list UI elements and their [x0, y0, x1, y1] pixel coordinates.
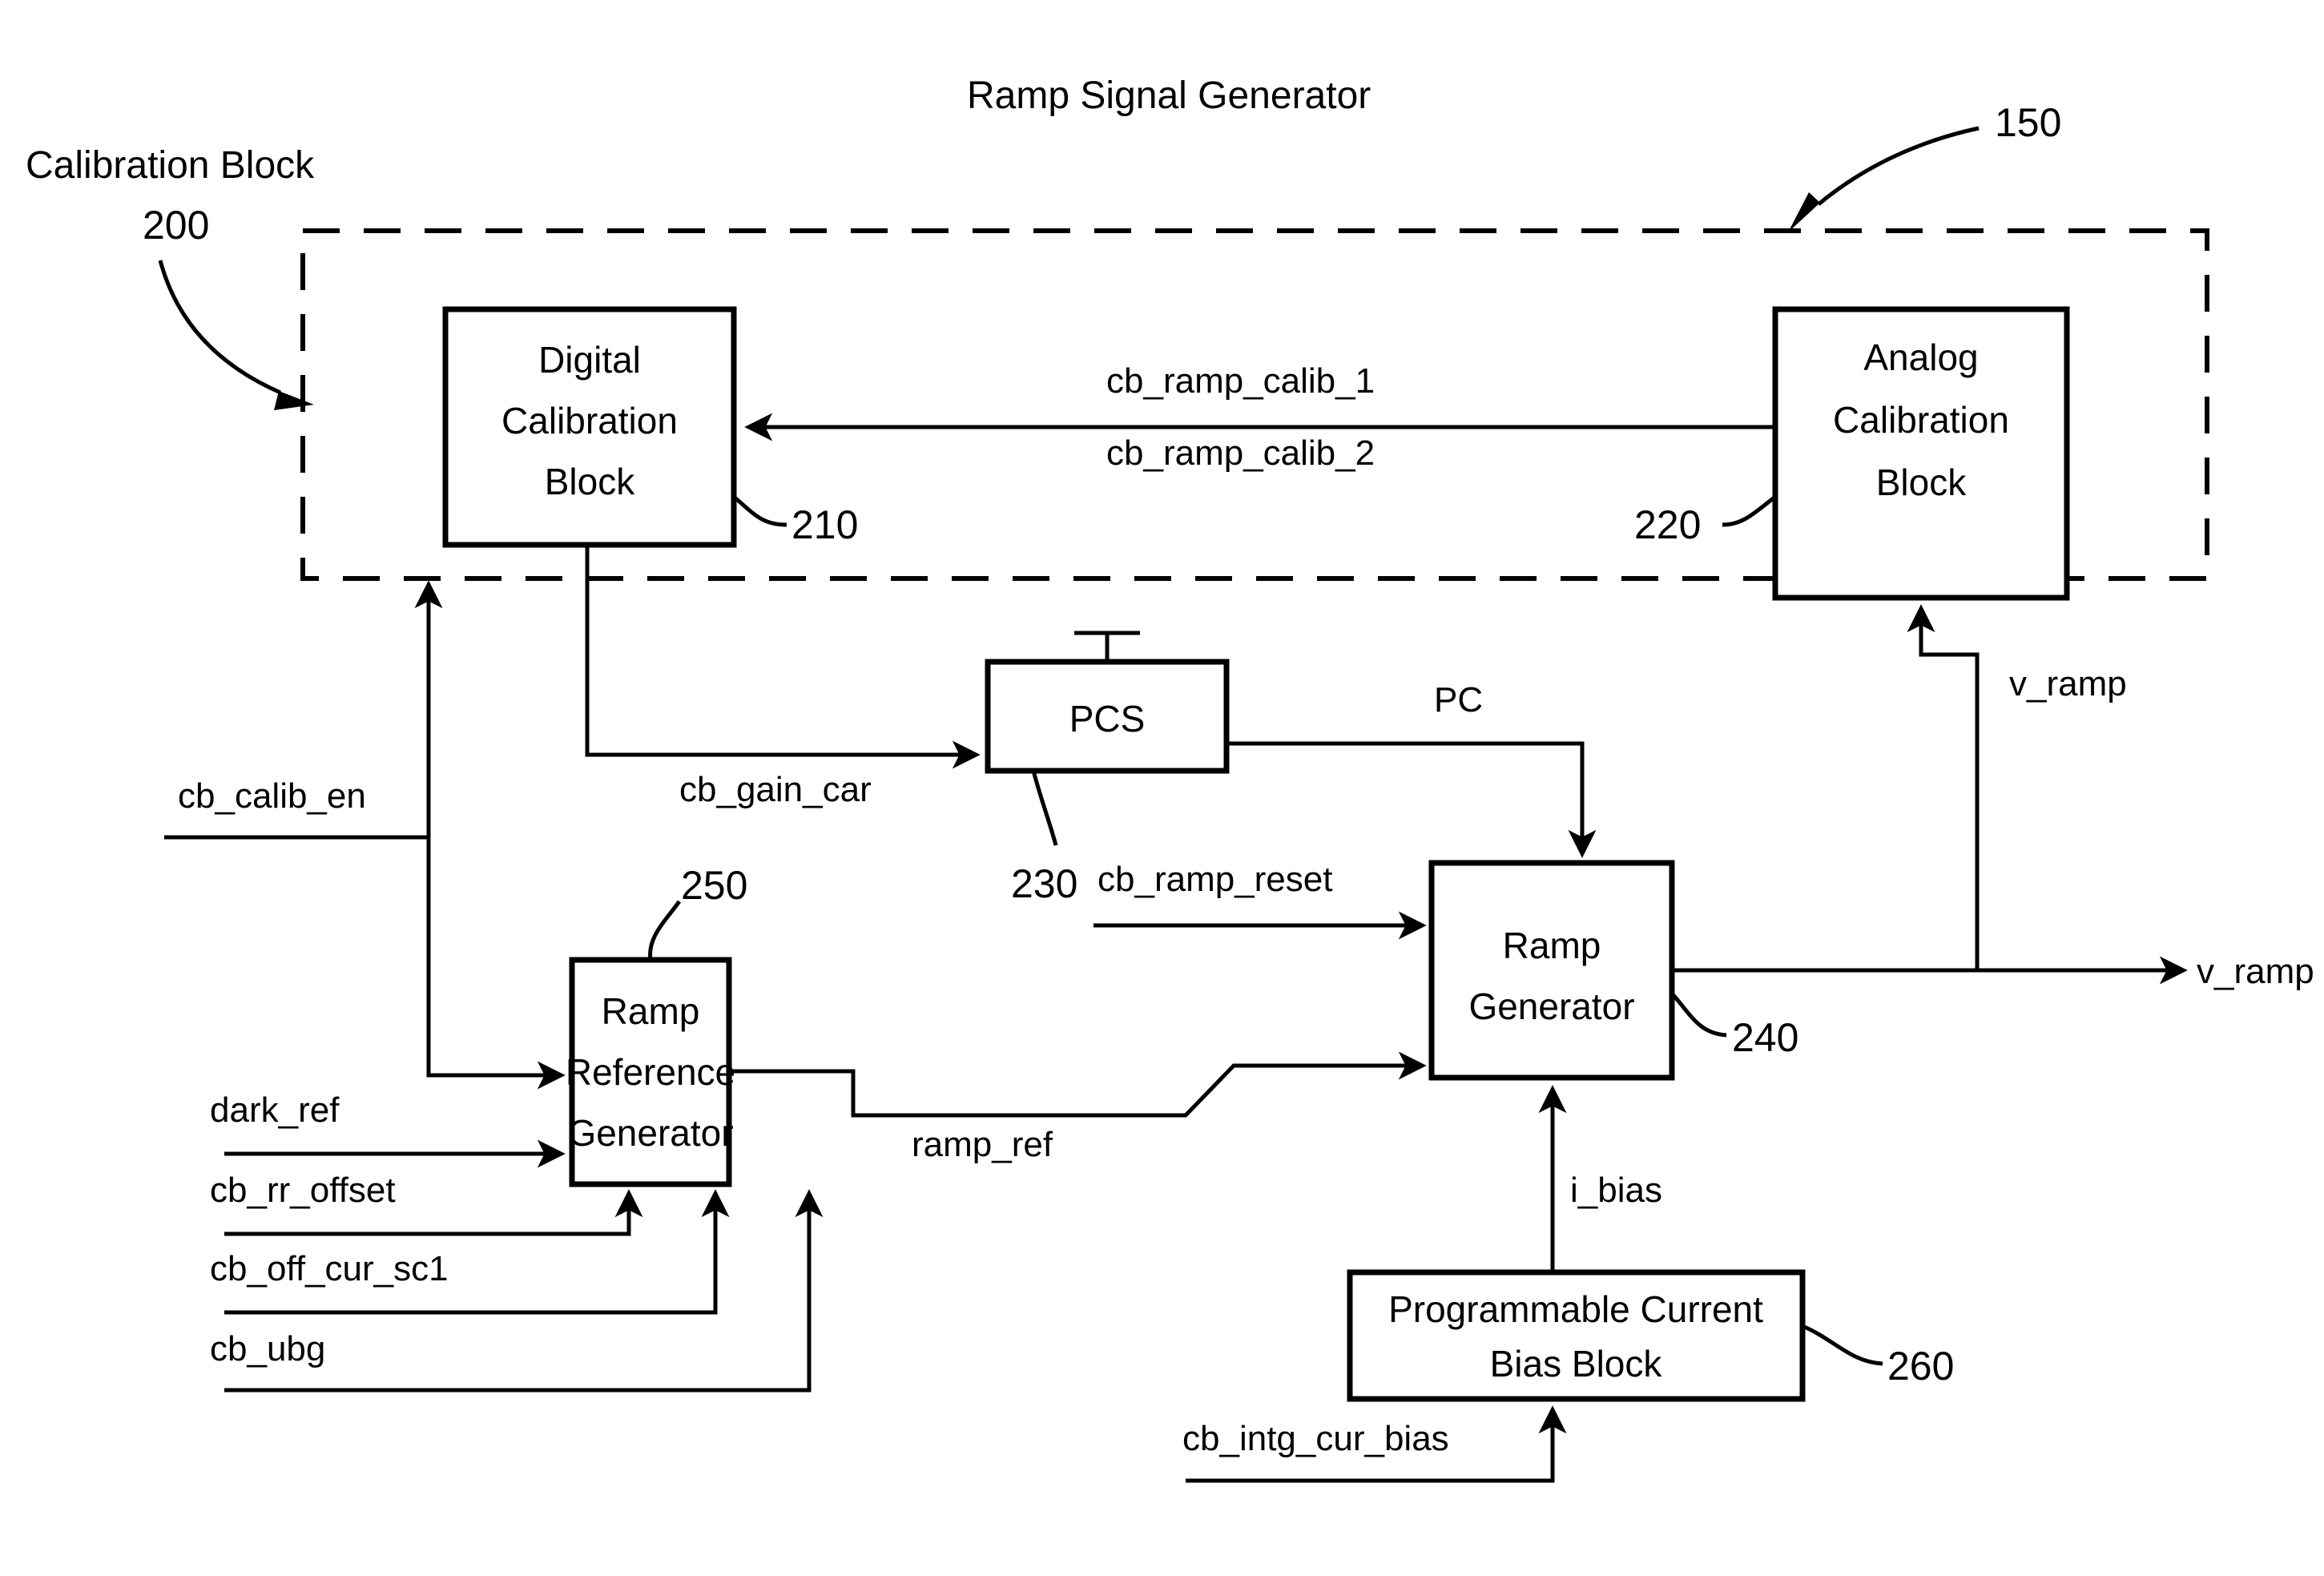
ramp-generator-block[interactable] — [1428, 860, 1675, 1081]
v-ramp-feedback-wire — [1907, 604, 1980, 970]
digital-calibration-block-line3: Block — [545, 461, 635, 502]
ramp-generator-line2: Generator — [1468, 986, 1634, 1027]
block-diagram: Ramp Signal Generator 150 Calibration Bl… — [26, 75, 2314, 1483]
calibration-region-label: Calibration Block — [26, 144, 315, 187]
cb-calib-en-label: cb_calib_en — [178, 776, 366, 816]
figure-canvas: Ramp Signal Generator 150 Calibration Bl… — [0, 0, 2324, 1576]
analog-calibration-reference-leader — [1722, 495, 1777, 527]
ramp-reference-generator-reference: 250 — [681, 863, 747, 908]
v-ramp-feedback-label: v_ramp — [2009, 664, 2127, 703]
dark-ref-label: dark_ref — [210, 1090, 340, 1130]
ramp-reference-generator-line2: Reference — [566, 1051, 735, 1093]
pc-wire — [1226, 741, 1597, 858]
ramp-reference-generator-reference-leader — [648, 900, 682, 961]
v-ramp-output-label: v_ramp — [2197, 952, 2314, 991]
programmable-current-bias-reference: 260 — [1887, 1344, 1954, 1389]
ramp-reference-generator-line3: Generator — [567, 1112, 733, 1154]
ramp-ref-label: ramp_ref — [912, 1125, 1053, 1164]
outer-reference-number: 150 — [1995, 100, 2061, 145]
analog-calibration-reference: 220 — [1634, 502, 1701, 547]
calibration-region-leader — [158, 260, 282, 395]
calibration-region-arrowhead — [274, 391, 314, 410]
cb-gain-car-label: cb_gain_car — [679, 770, 872, 809]
programmable-current-bias-reference-leader — [1802, 1324, 1883, 1366]
cb-ramp-calib-1-label: cb_ramp_calib_1 — [1106, 361, 1375, 401]
analog-calibration-block-line3: Block — [1876, 462, 1967, 503]
cb-calib-en-wire-to-ramp-ref — [426, 837, 566, 1090]
calibration-region-reference: 200 — [143, 203, 209, 248]
digital-calibration-block-line2: Calibration — [501, 400, 678, 441]
analog-calibration-block-line2: Calibration — [1833, 399, 2009, 441]
pcs-block-label: PCS — [1069, 698, 1146, 740]
digital-calibration-reference-leader — [732, 495, 787, 527]
ramp-generator-reference: 240 — [1732, 1015, 1798, 1060]
digital-calibration-block-line1: Digital — [538, 339, 641, 381]
ramp-generator-reference-leader — [1670, 992, 1727, 1038]
analog-calibration-block-line1: Analog — [1863, 337, 1978, 378]
i-bias-label: i_bias — [1570, 1171, 1662, 1210]
programmable-current-bias-line1: Programmable Current — [1388, 1288, 1763, 1330]
ramp-ref-wire — [729, 1051, 1427, 1118]
cb-ramp-calib-2-label: cb_ramp_calib_2 — [1106, 433, 1375, 473]
pc-label: PC — [1434, 680, 1483, 719]
pcs-reference-leader — [1031, 770, 1058, 846]
pcs-reference: 230 — [1011, 861, 1077, 906]
cb-intg-cur-bias-label: cb_intg_cur_bias — [1182, 1419, 1449, 1458]
cb-ramp-reset-label: cb_ramp_reset — [1098, 860, 1332, 899]
ramp-generator-line1: Ramp — [1503, 925, 1601, 966]
cb-ubg-label: cb_ubg — [210, 1329, 325, 1368]
cb-rr-offset-label: cb_rr_offset — [210, 1171, 396, 1210]
figure-title: Ramp Signal Generator — [967, 75, 1371, 117]
programmable-current-bias-line2: Bias Block — [1490, 1343, 1663, 1385]
digital-calibration-reference: 210 — [791, 502, 858, 547]
cb-off-cur-sc1-label: cb_off_cur_sc1 — [210, 1249, 449, 1288]
outer-reference-leader — [1817, 126, 1980, 206]
outer-reference-arrowhead — [1788, 192, 1820, 232]
ramp-reference-generator-line1: Ramp — [602, 990, 700, 1032]
